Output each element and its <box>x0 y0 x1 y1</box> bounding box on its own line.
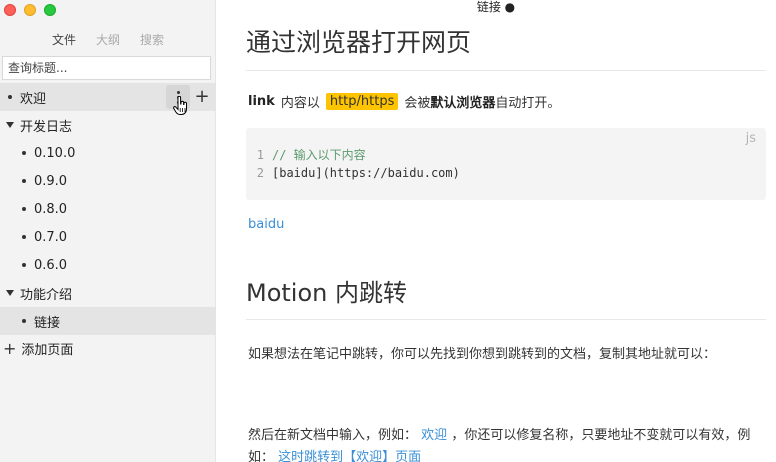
maximize-window-button[interactable] <box>44 4 56 16</box>
tree-item-label: 欢迎 <box>20 91 47 107</box>
code-line: 2 [baidu](https://baidu.com) <box>246 164 460 182</box>
tree-item-0-6-0[interactable]: 0.6.0 <box>0 251 216 279</box>
tab-search[interactable]: 搜索 <box>130 31 174 48</box>
tree-item-links[interactable]: 链接 <box>0 307 216 335</box>
add-page-label: 添加页面 <box>21 342 74 358</box>
welcome-link[interactable]: 欢迎 <box>421 428 447 443</box>
tree-item-label: 0.10.0 <box>34 145 76 161</box>
highlight-tag: http/https <box>325 93 399 110</box>
code-language-label: js <box>745 131 756 146</box>
bullet-icon <box>22 263 26 267</box>
text: 内容以 <box>280 96 320 111</box>
tree-item-label: 0.9.0 <box>34 173 68 189</box>
search-title-input[interactable] <box>2 56 211 80</box>
bullet-icon <box>8 95 12 99</box>
tree-item-label: 0.7.0 <box>34 229 68 245</box>
code-comment: // 输入以下内容 <box>272 148 366 162</box>
window-controls <box>4 4 56 16</box>
baidu-link[interactable]: baidu <box>248 217 284 232</box>
bullet-icon <box>22 319 26 323</box>
tree-item-0-10-0[interactable]: 0.10.0 <box>0 139 216 167</box>
heading-divider <box>246 70 766 71</box>
line-number: 1 <box>256 148 264 162</box>
document-pane: 链接 ● 通过浏览器打开网页 link 内容以 http/https 会被 默认… <box>216 0 776 462</box>
close-window-button[interactable] <box>4 4 16 16</box>
text: 然后在新文档中输入，例如： <box>248 428 418 443</box>
code-text: [baidu](https://baidu.com) <box>272 166 460 180</box>
tree-item-label: 0.6.0 <box>34 257 68 273</box>
caret-down-icon[interactable] <box>6 122 14 128</box>
tree-item-label: 开发日志 <box>20 119 73 135</box>
tree-item-label: 0.8.0 <box>34 201 68 217</box>
paragraph-link-intro: link 内容以 http/https 会被 默认浏览器 自动打开。 <box>248 92 560 111</box>
tree-item-label: 链接 <box>34 315 61 331</box>
renamed-welcome-link[interactable]: 这时跳转到【欢迎】页面 <box>278 450 421 462</box>
add-page-button[interactable]: + 添加页面 <box>3 336 73 360</box>
tree-item-label: 功能介绍 <box>20 287 73 303</box>
caret-down-icon[interactable] <box>6 290 14 296</box>
page-tree: 欢迎 + 开发日志 0.10.0 0.9.0 0.8.0 0.7.0 0.6.0 <box>0 83 216 335</box>
hand-cursor-icon <box>173 96 187 115</box>
paragraph-jump-intro: 如果想法在笔记中跳转，你可以先找到你想到跳转到的文档，复制其地址就可以： <box>248 347 717 362</box>
bullet-icon <box>22 151 26 155</box>
tab-outline[interactable]: 大纲 <box>86 31 130 48</box>
heading-divider <box>246 319 766 320</box>
bold-default-browser: 默认浏览器 <box>430 96 496 111</box>
bullet-icon <box>22 235 26 239</box>
code-block[interactable]: js 1 // 输入以下内容 2 [baidu](https://baidu.c… <box>246 128 766 200</box>
heading-1: 通过浏览器打开网页 <box>246 28 472 57</box>
code-line: 1 // 输入以下内容 <box>246 146 460 164</box>
text: 自动打开。 <box>495 96 561 111</box>
bullet-icon <box>22 207 26 211</box>
bold-link: link <box>248 94 275 109</box>
tree-item-0-9-0[interactable]: 0.9.0 <box>0 167 216 195</box>
add-child-button[interactable]: + <box>194 86 210 108</box>
heading-2: Motion 内跳转 <box>246 279 407 307</box>
sidebar-tabs: 文件 大纲 搜索 <box>0 31 216 48</box>
bullet-icon <box>22 179 26 183</box>
text: 会被 <box>404 96 431 111</box>
paragraph-jump-example: 然后在新文档中输入，例如： 欢迎 ，你还可以修复名称，只要地址不变就可以有效，例… <box>248 425 758 462</box>
line-number: 2 <box>256 166 264 180</box>
minimize-window-button[interactable] <box>24 4 36 16</box>
code-lines: 1 // 输入以下内容 2 [baidu](https://baidu.com) <box>246 146 460 182</box>
sidebar: 文件 大纲 搜索 欢迎 + 开发日志 0.10.0 0.9.0 0.8.0 <box>0 0 216 462</box>
window-title: 链接 ● <box>476 0 516 14</box>
tree-item-0-7-0[interactable]: 0.7.0 <box>0 223 216 251</box>
tree-folder-features[interactable]: 功能介绍 <box>0 279 216 307</box>
plus-icon: + <box>3 338 17 358</box>
tab-files[interactable]: 文件 <box>42 31 86 48</box>
tree-item-0-8-0[interactable]: 0.8.0 <box>0 195 216 223</box>
